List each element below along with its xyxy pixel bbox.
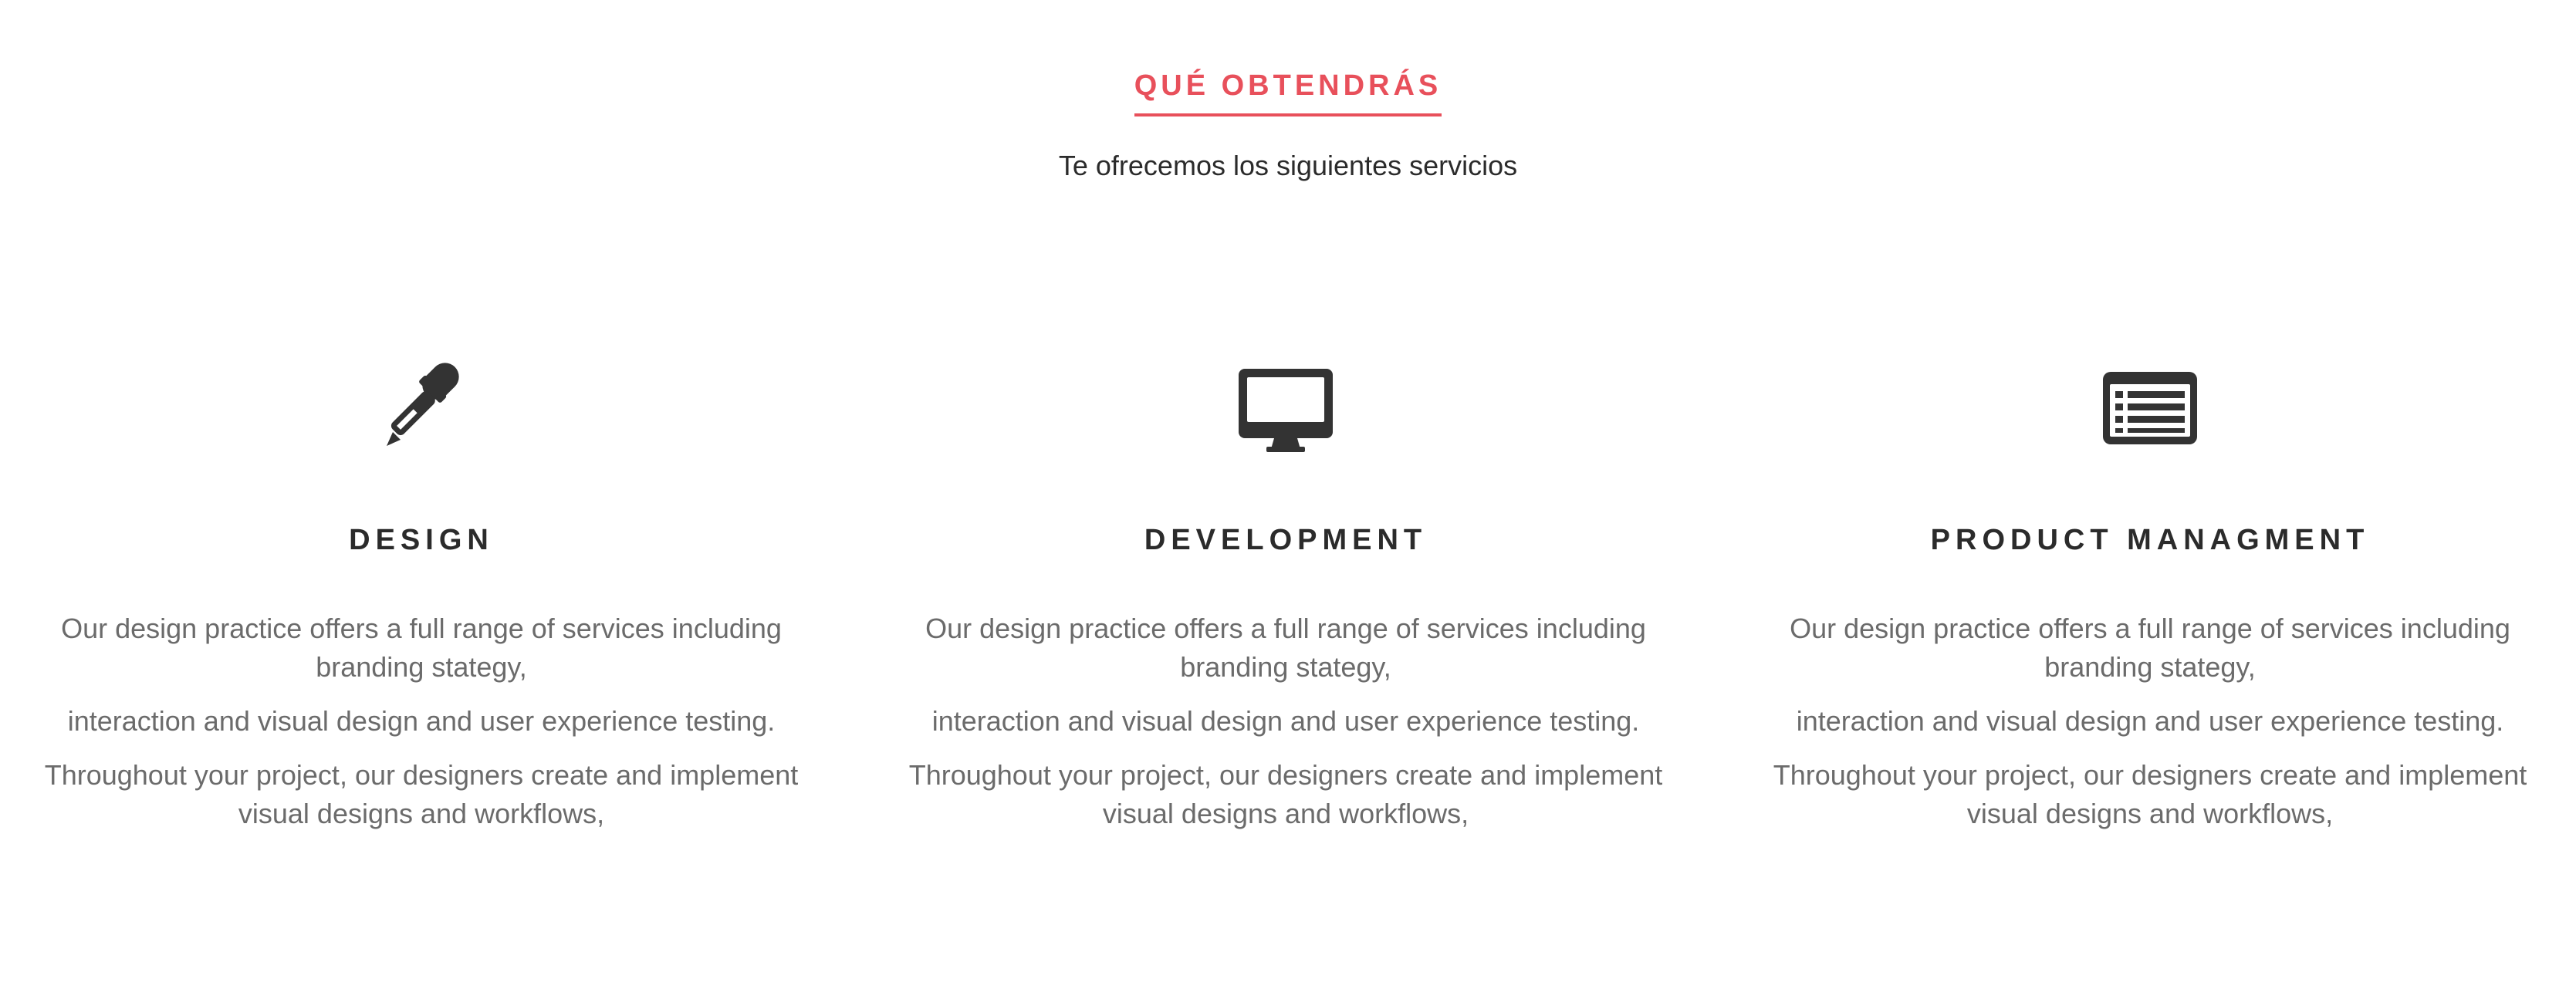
service-desc-line: Throughout your project, our designers c… — [44, 759, 799, 829]
service-design: DESIGN Our design practice offers a full… — [20, 355, 823, 849]
eyedropper-icon — [387, 363, 459, 446]
service-desc-line: Throughout your project, our designers c… — [908, 759, 1663, 829]
service-development: DEVELOPMENT Our design practice offers a… — [884, 355, 1687, 849]
service-description: Our design practice offers a full range … — [884, 609, 1687, 833]
service-desc-line: Our design practice offers a full range … — [925, 613, 1646, 683]
service-description: Our design practice offers a full range … — [20, 609, 823, 833]
service-desc-line: Our design practice offers a full range … — [61, 613, 782, 683]
services-grid: DESIGN Our design practice offers a full… — [0, 355, 2576, 895]
service-desc-line: Our design practice offers a full range … — [1790, 613, 2510, 683]
service-desc-line: interaction and visual design and user e… — [931, 705, 1640, 737]
service-desc-line: interaction and visual design and user e… — [1796, 705, 2504, 737]
service-title: DESIGN — [349, 524, 494, 556]
service-description: Our design practice offers a full range … — [1749, 609, 2551, 833]
service-desc-line: Throughout your project, our designers c… — [1773, 759, 2527, 829]
service-title: DEVELOPMENT — [1144, 524, 1428, 556]
service-product-managment: PRODUCT MANAGMENT Our design practice of… — [1749, 355, 2551, 849]
section-eyebrow-wrap: QUÉ OBTENDRÁS — [0, 69, 2576, 116]
service-desc-line: interaction and visual design and user e… — [67, 705, 776, 737]
desktop-icon — [1239, 369, 1333, 452]
section-eyebrow: QUÉ OBTENDRÁS — [1134, 69, 1442, 116]
list-alt-icon — [2103, 372, 2197, 444]
service-title: PRODUCT MANAGMENT — [1930, 524, 2370, 556]
section-subtitle: Te ofrecemos los siguientes servicios — [1058, 150, 1518, 181]
